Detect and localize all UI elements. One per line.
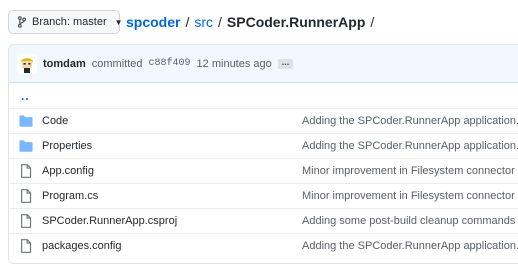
latest-commit-bar: tomdam committed c88f409 12 minutes ago … bbox=[9, 45, 518, 83]
commit-message-link[interactable]: Adding the SPCoder.RunnerApp application… bbox=[302, 115, 518, 127]
folder-icon bbox=[19, 115, 33, 127]
branch-label: Branch: master bbox=[32, 16, 107, 28]
file-browser: tomdam committed c88f409 12 minutes ago … bbox=[8, 44, 518, 264]
parent-directory-row[interactable]: .. bbox=[9, 83, 518, 108]
breadcrumb-folder-link[interactable]: src bbox=[194, 14, 213, 30]
commit-message-link[interactable]: Adding some post-build cleanup commands bbox=[302, 215, 515, 227]
file-row[interactable]: packages.config Adding the SPCoder.Runner… bbox=[9, 233, 518, 258]
file-icon bbox=[21, 239, 32, 253]
avatar[interactable] bbox=[17, 53, 37, 74]
top-bar: Branch: master ▼ spcoder / src / SPCoder… bbox=[8, 10, 379, 34]
file-name-link[interactable]: Code bbox=[42, 115, 68, 127]
folder-icon bbox=[19, 140, 33, 152]
branch-select-button[interactable]: Branch: master ▼ bbox=[8, 10, 123, 34]
git-branch-icon bbox=[17, 16, 27, 28]
file-name-link[interactable]: App.config bbox=[42, 165, 94, 177]
file-row[interactable]: Code Adding the SPCoder.RunnerApp applica… bbox=[9, 108, 518, 133]
file-row[interactable]: Program.cs Minor improvement in Filesyste… bbox=[9, 183, 518, 208]
commit-action-text: committed bbox=[91, 57, 143, 70]
file-row[interactable]: Properties Adding the SPCoder.RunnerApp a… bbox=[9, 133, 518, 158]
breadcrumb: spcoder / src / SPCoder.RunnerApp / bbox=[126, 14, 379, 30]
file-name-link[interactable]: packages.config bbox=[42, 240, 122, 252]
parent-directory-link[interactable]: .. bbox=[21, 89, 30, 103]
commit-message-link[interactable]: Minor improvement in Filesystem connecto… bbox=[302, 190, 518, 202]
file-row[interactable]: App.config Minor improvement in Filesyste… bbox=[9, 158, 518, 183]
file-row[interactable]: SPCoder.RunnerApp.csproj Adding some post… bbox=[9, 208, 518, 233]
file-icon bbox=[21, 189, 32, 203]
commit-message-link[interactable]: Minor improvement in Filesystem connecto… bbox=[302, 165, 518, 177]
breadcrumb-repo-link[interactable]: spcoder bbox=[126, 14, 180, 30]
commit-author-link[interactable]: tomdam bbox=[43, 58, 86, 70]
commit-sha-link[interactable]: c88f409 bbox=[149, 58, 191, 69]
commit-time: 12 minutes ago bbox=[196, 57, 272, 70]
commit-message-link[interactable]: Adding the SPCoder.RunnerApp application… bbox=[302, 240, 518, 252]
file-list: Code Adding the SPCoder.RunnerApp applica… bbox=[9, 108, 518, 258]
expand-commit-message-button[interactable]: ... bbox=[277, 57, 294, 69]
branch-name: master bbox=[72, 16, 107, 28]
breadcrumb-separator: / bbox=[370, 14, 375, 30]
file-icon bbox=[21, 214, 32, 228]
file-name-link[interactable]: Program.cs bbox=[42, 190, 98, 202]
file-name-link[interactable]: Properties bbox=[42, 140, 92, 152]
commit-message-link[interactable]: Adding the SPCoder.RunnerApp application… bbox=[302, 140, 518, 152]
breadcrumb-separator: / bbox=[218, 14, 222, 30]
file-icon bbox=[21, 164, 32, 178]
caret-down-icon: ▼ bbox=[114, 17, 123, 27]
file-name-link[interactable]: SPCoder.RunnerApp.csproj bbox=[42, 215, 177, 227]
breadcrumb-current: SPCoder.RunnerApp bbox=[226, 14, 366, 30]
breadcrumb-separator: / bbox=[185, 14, 190, 30]
